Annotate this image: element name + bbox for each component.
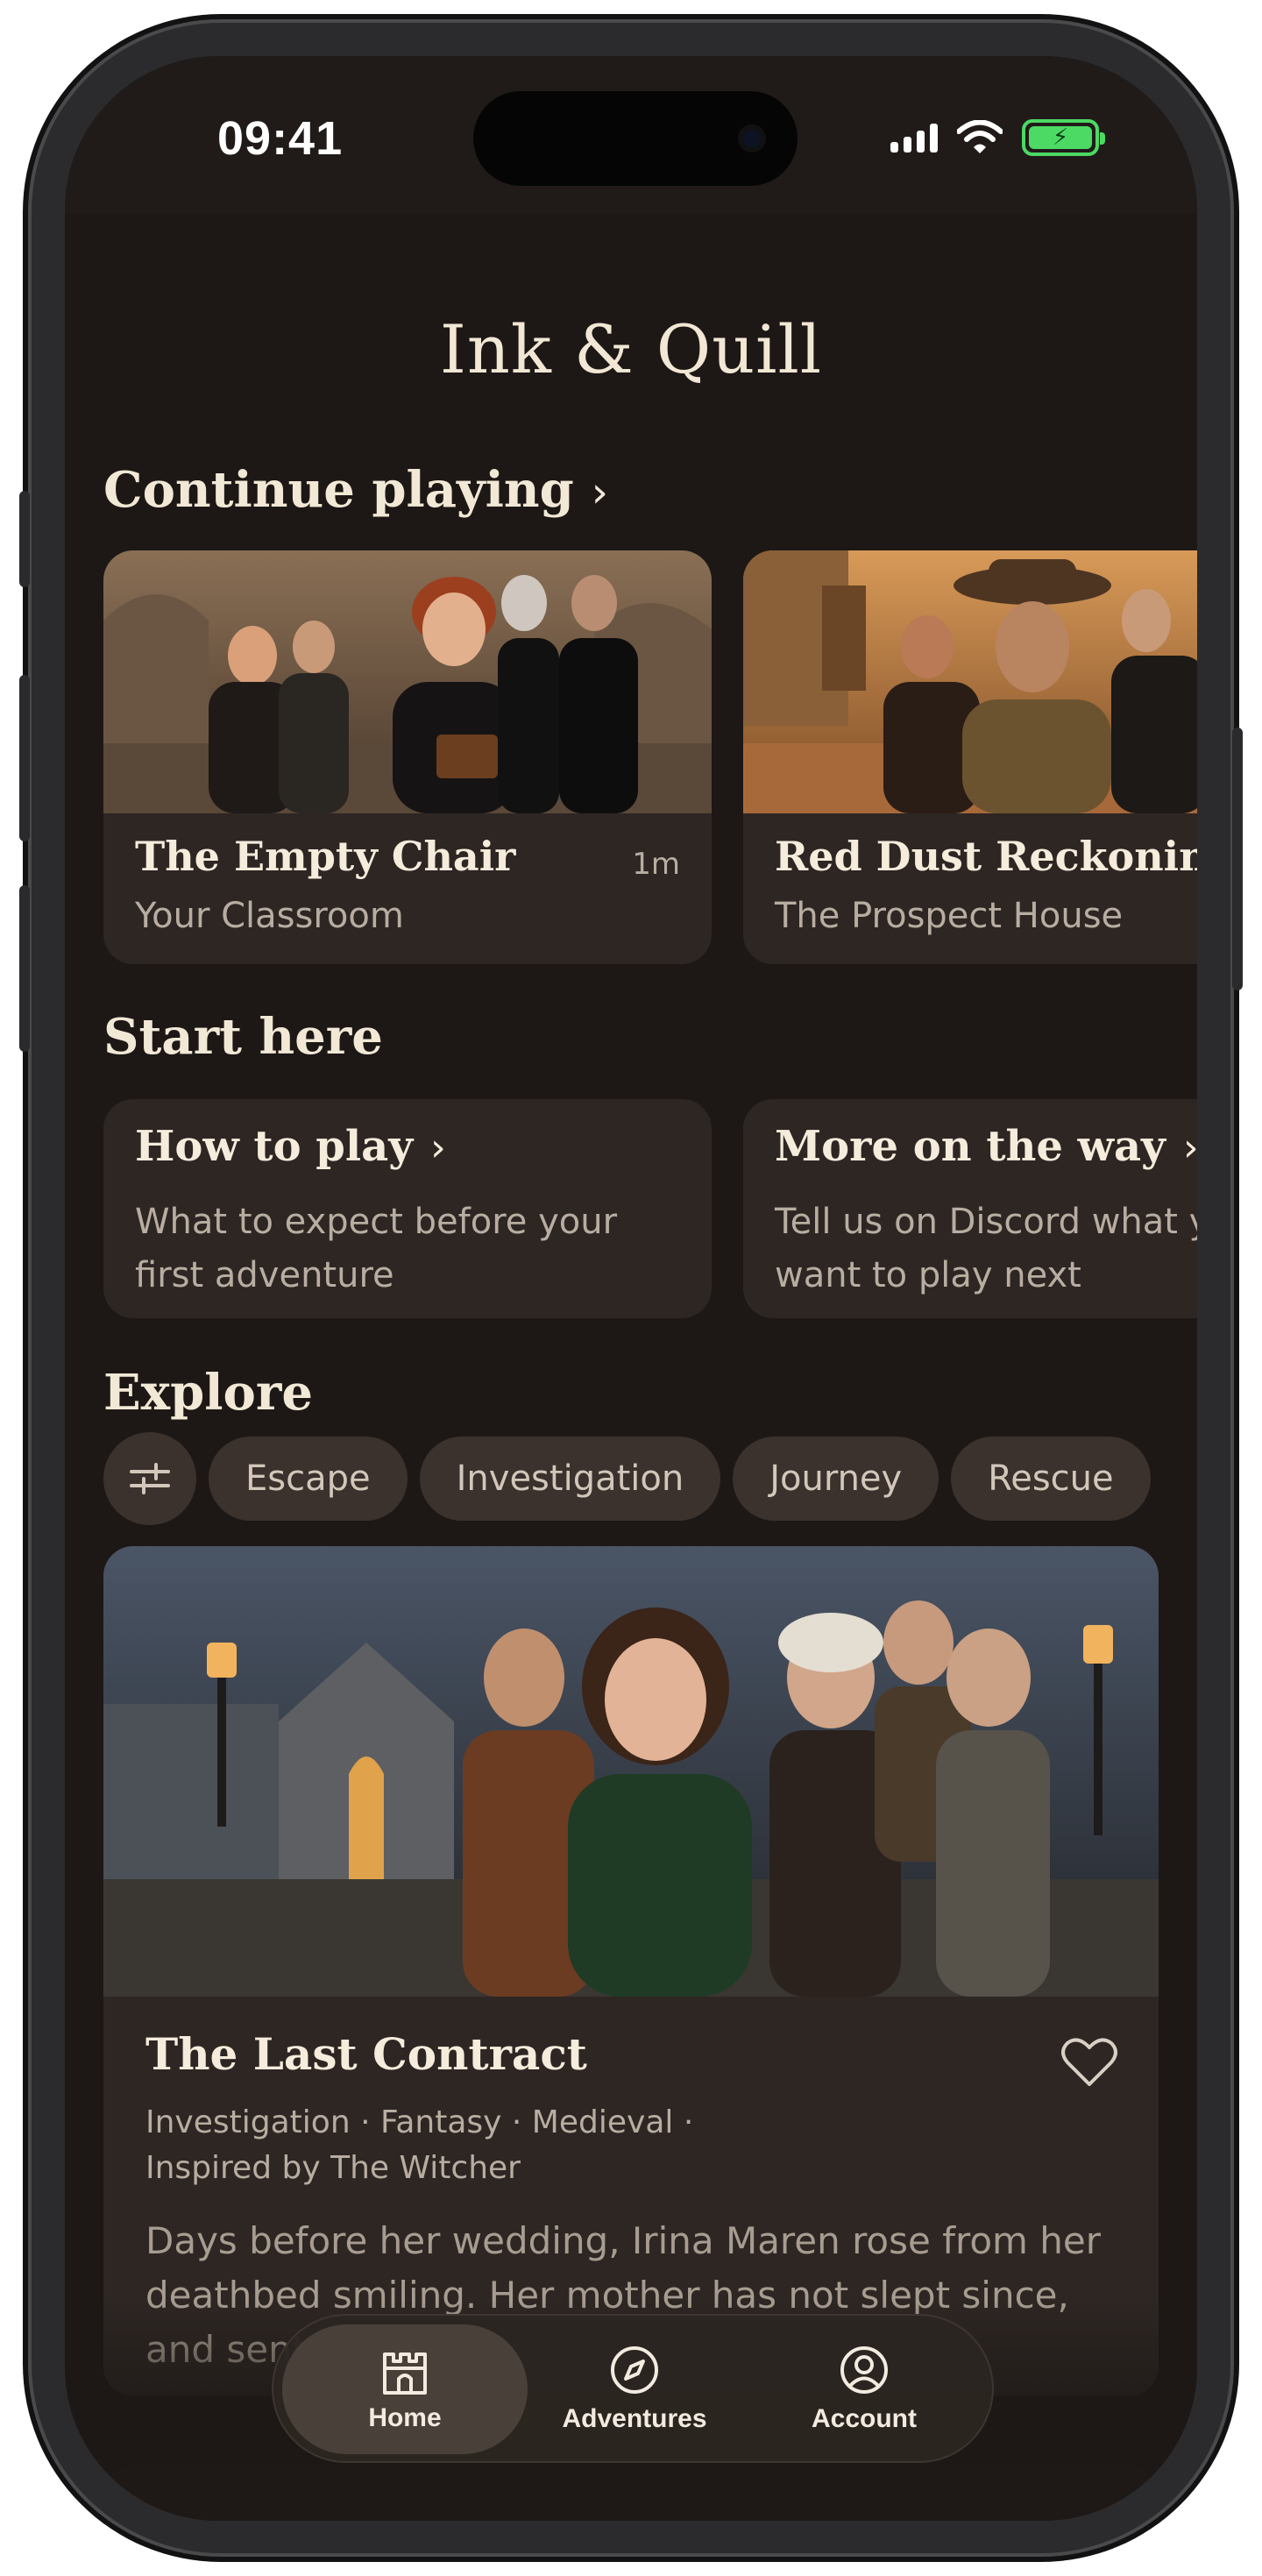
dynamic-island (473, 91, 798, 186)
card-title: More on the way (775, 1122, 1166, 1171)
castle-icon (383, 2352, 427, 2395)
continue-playing-title: Continue playing (103, 461, 574, 519)
chevron-right-icon: › (430, 1125, 446, 1170)
filter-button[interactable] (103, 1432, 196, 1525)
volume-down-button (19, 885, 30, 1052)
featured-adventure-card[interactable]: The Last Contract Investigation · Fantas… (103, 1546, 1159, 2396)
app-screen: 09:41 ⚡ Ink & Quill Continue playing › T… (65, 56, 1197, 2521)
power-button (1232, 727, 1243, 990)
continue-card-empty-chair[interactable]: The Empty Chair 1m Your Classroom (103, 550, 712, 964)
tab-home[interactable]: Home (282, 2324, 528, 2454)
user-circle-icon (840, 2346, 888, 2394)
app-logo: Ink & Quill (439, 310, 823, 388)
chip-escape[interactable]: Escape (209, 1437, 408, 1521)
status-time: 09:41 (217, 112, 344, 165)
continue-card-red-dust[interactable]: Red Dust Reckoning The Prospect House (743, 550, 1197, 964)
chevron-right-icon: › (591, 468, 608, 517)
filter-chips: Escape Investigation Journey Rescue (103, 1432, 1151, 1525)
status-icons: ⚡ (890, 119, 1105, 156)
tab-label: Adventures (562, 2404, 707, 2433)
volume-up-button (19, 675, 30, 841)
start-here-title: Start here (103, 1008, 383, 1066)
card-description: What to expect before your first adventu… (135, 1202, 618, 1295)
adventure-title: The Last Contract (145, 2028, 587, 2080)
heart-icon[interactable] (1060, 2037, 1118, 2088)
adventure-tags: Investigation · Fantasy · Medieval · Ins… (145, 2104, 694, 2186)
chip-journey[interactable]: Journey (733, 1437, 939, 1521)
card-title: Red Dust Reckoning (775, 833, 1197, 880)
more-on-the-way-card[interactable]: More on the way › Tell us on Discord what… (743, 1099, 1197, 1318)
sliders-icon (130, 1463, 170, 1494)
chip-rescue[interactable]: Rescue (951, 1437, 1151, 1521)
compass-icon (611, 2346, 658, 2394)
last-contract-image (103, 1546, 1159, 1997)
tab-label: Home (368, 2403, 442, 2432)
card-subtitle: Your Classroom (135, 896, 404, 936)
battery-icon: ⚡ (1022, 119, 1105, 156)
card-description: Tell us on Discord what you want to play… (775, 1202, 1197, 1295)
tab-label: Account (812, 2404, 917, 2433)
tab-account[interactable]: Account (741, 2324, 987, 2454)
card-title: How to play (135, 1122, 414, 1171)
chevron-right-icon: › (1182, 1125, 1197, 1170)
how-to-play-card[interactable]: How to play › What to expect before your … (103, 1099, 712, 1318)
card-title: The Empty Chair (135, 833, 516, 880)
tab-adventures[interactable]: Adventures (512, 2324, 757, 2454)
last-played-time: 1m (632, 847, 680, 882)
empty-chair-thumbnail (103, 550, 712, 813)
action-button (19, 491, 30, 587)
tab-bar: Home Adventures Account (272, 2314, 994, 2463)
red-dust-thumbnail (743, 550, 1197, 813)
wifi-icon (957, 120, 1003, 153)
signal-icon (890, 123, 938, 153)
continue-playing-header[interactable]: Continue playing › (103, 461, 608, 519)
explore-title: Explore (103, 1364, 313, 1422)
front-camera (738, 124, 766, 153)
card-subtitle: The Prospect House (775, 896, 1124, 936)
chip-investigation[interactable]: Investigation (419, 1437, 721, 1521)
status-bar: 09:41 ⚡ (65, 56, 1197, 214)
